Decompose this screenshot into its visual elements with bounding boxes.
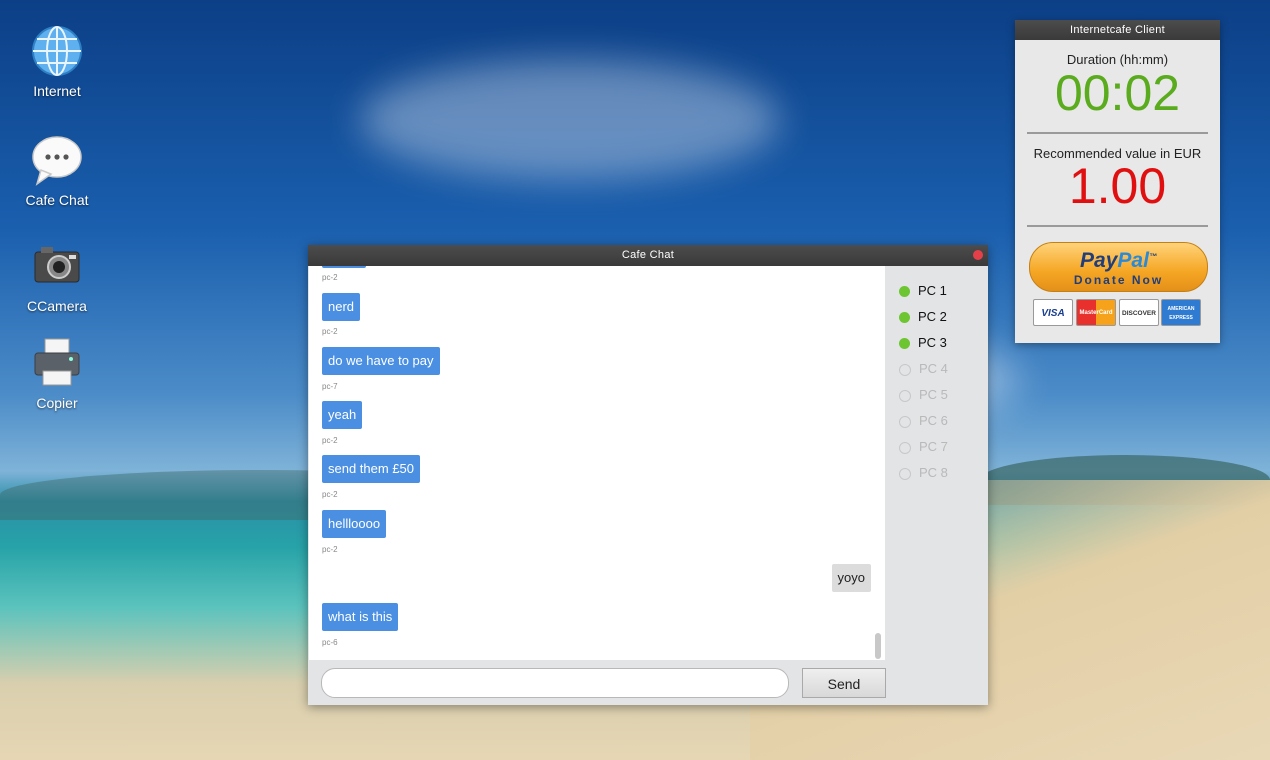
duration-value: 00:02 — [1054, 65, 1181, 121]
pc-label: PC 6 — [919, 413, 948, 428]
pc-item[interactable]: PC 6 — [899, 413, 948, 431]
cafe-chat-window[interactable]: Cafe Chat pc-2 nerd pc-2 do we have to p… — [308, 245, 988, 705]
pc-item[interactable]: PC 2 — [899, 309, 947, 327]
pc-label: PC 1 — [918, 283, 947, 298]
online-status-icon — [899, 338, 910, 350]
scrollbar-thumb[interactable] — [875, 633, 881, 659]
globe-icon — [32, 26, 82, 76]
chat-titlebar[interactable]: Cafe Chat — [308, 245, 988, 266]
message-sender: pc-2 — [322, 545, 338, 554]
mastercard-icon: MasterCard — [1076, 299, 1116, 326]
chat-bubble-icon — [32, 136, 82, 186]
paypal-brand-b: Pal — [1117, 249, 1149, 272]
message-sender: pc-2 — [322, 490, 338, 499]
recommended-value: 1.00 — [1068, 158, 1167, 214]
close-icon[interactable] — [973, 250, 983, 260]
pc-label: PC 7 — [919, 439, 948, 454]
message-sender: pc-6 — [322, 638, 338, 647]
pc-label: PC 8 — [919, 465, 948, 480]
desktop-icon-ccamera[interactable]: CCamera — [12, 240, 102, 314]
pc-item[interactable]: PC 4 — [899, 361, 948, 379]
message-list[interactable]: pc-2 nerd pc-2 do we have to pay pc-7 ye… — [309, 266, 885, 660]
message-bubble: send them £50 — [322, 455, 421, 483]
pc-list: PC 1 PC 2 PC 3 PC 4 PC 5 PC 6 PC 7 PC 8 — [886, 266, 988, 705]
discover-card-icon: DISCOVER — [1119, 299, 1159, 326]
chat-input-area: Send — [308, 660, 886, 705]
message-bubble: what is this — [322, 603, 399, 631]
visa-card-icon: VISA — [1033, 299, 1073, 326]
pc-item[interactable]: PC 8 — [899, 465, 948, 483]
pc-label: PC 3 — [918, 335, 947, 350]
message-bubble: nerd — [322, 293, 361, 321]
desktop-icon-copier[interactable]: Copier — [12, 337, 102, 411]
internetcafe-client-window[interactable]: Internetcafe Client Duration (hh:mm) 00:… — [1015, 20, 1220, 343]
online-status-icon — [899, 312, 910, 324]
amex-card-icon: AMERICAN EXPRESS — [1161, 299, 1201, 326]
pc-label: PC 5 — [919, 387, 948, 402]
desktop-icon-cafe-chat[interactable]: Cafe Chat — [12, 134, 102, 208]
message-bubble: yeah — [322, 401, 363, 429]
pc-item[interactable]: PC 7 — [899, 439, 948, 457]
desktop-icon-label: Internet — [33, 83, 81, 99]
online-status-icon — [899, 286, 910, 298]
desktop-icon-label: Copier — [36, 395, 78, 411]
offline-status-icon — [899, 441, 911, 454]
send-button[interactable]: Send — [802, 668, 886, 698]
offline-status-icon — [899, 467, 911, 480]
desktop-icon-internet[interactable]: Internet — [12, 25, 102, 99]
paypal-logo: PayPal™ — [1030, 245, 1207, 273]
desktop-icon-label: Cafe Chat — [25, 192, 89, 208]
pc-item[interactable]: PC 3 — [899, 335, 947, 353]
own-message-bubble: yoyo — [831, 564, 871, 592]
pc-item[interactable]: PC 5 — [899, 387, 948, 405]
camera-icon — [34, 247, 80, 283]
paypal-brand-a: Pay — [1080, 249, 1118, 272]
offline-status-icon — [899, 363, 911, 376]
message-sender: pc-2 — [322, 273, 338, 282]
paypal-donate-label: Donate Now — [1073, 273, 1164, 287]
offline-status-icon — [899, 415, 911, 428]
window-title: Cafe Chat — [621, 249, 675, 261]
pc-item[interactable]: PC 1 — [899, 283, 947, 301]
cloud — [360, 60, 780, 180]
pc-label: PC 2 — [918, 309, 947, 324]
printer-icon — [34, 338, 80, 386]
message-bubble-partial — [322, 266, 366, 268]
client-titlebar[interactable]: Internetcafe Client — [1015, 20, 1220, 40]
message-sender: pc-2 — [322, 327, 338, 336]
paypal-tm: ™ — [1148, 252, 1157, 261]
divider — [1027, 132, 1208, 134]
message-sender: pc-7 — [322, 382, 338, 391]
desktop-icon-label: CCamera — [27, 298, 87, 314]
pc-label: PC 4 — [919, 361, 948, 376]
divider — [1027, 225, 1208, 227]
chat-message-input[interactable] — [321, 668, 789, 698]
message-sender: pc-2 — [322, 436, 338, 445]
message-bubble: hellloooo — [322, 510, 387, 538]
offline-status-icon — [899, 389, 911, 402]
message-bubble: do we have to pay — [322, 347, 440, 375]
window-title: Internetcafe Client — [1070, 24, 1165, 36]
paypal-donate-button[interactable]: PayPal™ Donate Now — [1029, 242, 1208, 292]
